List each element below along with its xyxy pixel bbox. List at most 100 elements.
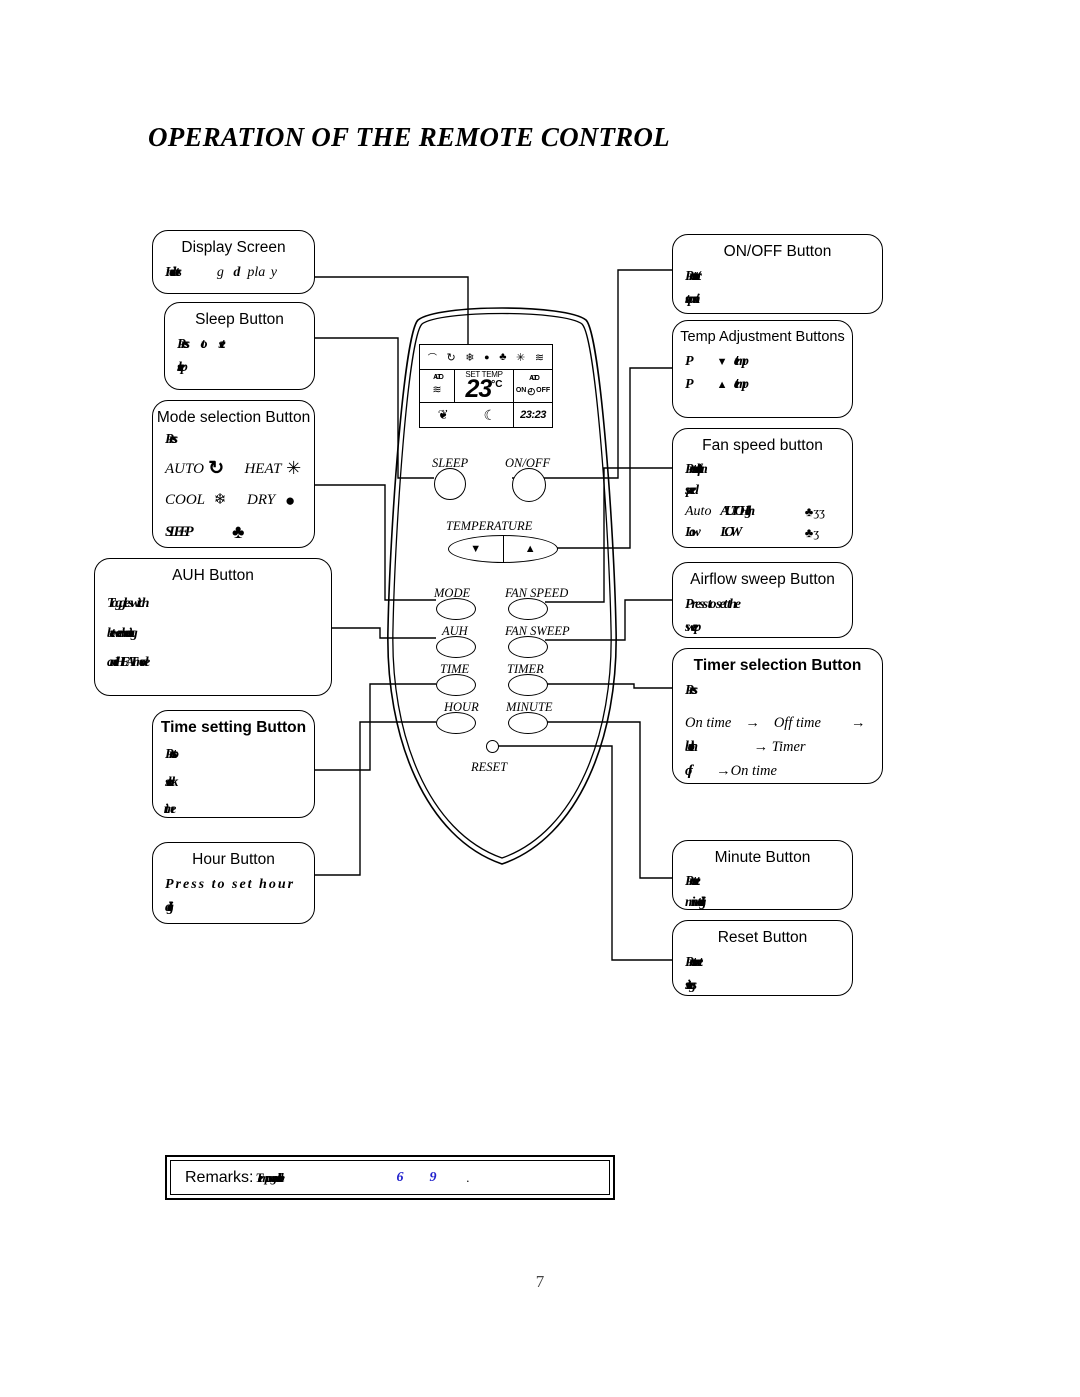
- callout-header: ON/OFF Button: [723, 243, 832, 260]
- mode-row-1: AUTO ↻ HEAT ✳: [165, 453, 302, 484]
- body-text-2: set clock: [165, 774, 178, 790]
- fan-row-1: Auto AUTO High ♣ʒʒ: [685, 501, 840, 522]
- body-text-1: Press to set hour: [165, 877, 296, 893]
- body-text-1: Press to: [165, 747, 179, 763]
- body-text-2: to: [201, 337, 207, 353]
- body-text-1: Press to reset: [685, 955, 703, 971]
- fan-label-high: AUTO High: [720, 504, 755, 520]
- callout-header: Fan speed button: [702, 437, 823, 454]
- body-text-1: Toggle switch: [107, 596, 149, 612]
- callout-auh-button: AUH Button Toggle switch between heating…: [94, 558, 332, 696]
- fan-icon-high: ♣ʒʒ: [804, 504, 825, 520]
- body-text-5: y: [270, 265, 277, 281]
- callout-header: Hour Button: [192, 851, 275, 868]
- clock-icon: ◴: [527, 385, 536, 396]
- body-text-2: sweep: [685, 620, 701, 636]
- temp-up-button[interactable]: ▲: [504, 543, 558, 555]
- minute-button[interactable]: [508, 712, 548, 734]
- sweep-icon: ≋: [534, 351, 545, 364]
- timer-cycle-row-2: both → Timer: [685, 736, 870, 760]
- callout-header: AUH Button: [172, 567, 254, 584]
- body-text-3: time: [165, 801, 176, 817]
- mode-row-2: COOL ❄ DRY ●: [165, 487, 302, 515]
- lcd-clock-time: 23:23: [513, 403, 552, 427]
- temperature-rocker[interactable]: ▼ ▲: [448, 535, 558, 563]
- hour-button[interactable]: [436, 712, 476, 734]
- body-text-1: Press: [685, 683, 698, 699]
- callout-body: Press AUTO ↻ HEAT ✳ COOL ❄ DRY ● SLEEP ♣: [153, 427, 314, 548]
- body-text-3: d: [233, 265, 239, 281]
- body-text-4: pla: [247, 265, 266, 281]
- body-text-2: speed: [685, 483, 699, 499]
- timer-mode-glyph: AUTO: [529, 375, 540, 382]
- fan-speed-button[interactable]: [508, 598, 548, 620]
- mode-row-3: SLEEP ♣: [165, 517, 302, 548]
- moon-icon: ☾: [483, 406, 497, 423]
- fan-label-low-left: Low: [685, 525, 701, 541]
- callout-body: Toggle switch between heating and HEAT m…: [95, 585, 331, 677]
- callout-body: Press to set sleep: [165, 329, 314, 379]
- callout-body: Press to set minute digits: [673, 867, 852, 913]
- callout-sleep-button: Sleep Button Press to set sleep: [164, 302, 315, 390]
- timer-off-label: OFF: [536, 387, 551, 394]
- body-line-1: P ▼ 'temp: [685, 354, 749, 370]
- sweep-glyph: ≋: [432, 384, 442, 397]
- lcd-bottom-row: ❦ ☾ 23:23: [420, 402, 552, 427]
- lcd-display: ⌒ ↻ ❄ ● ♣ ✳ ≋ AUTO ≋ SET TEMP 23°C AUTO: [419, 344, 553, 428]
- remarks-number-1: 6: [396, 1169, 404, 1185]
- on-off-button[interactable]: [512, 468, 546, 502]
- body-line-2: sleep: [177, 356, 302, 379]
- lcd-middle-row: AUTO ≋ SET TEMP 23°C AUTO ON ◴ OFF: [420, 370, 552, 402]
- body-text-2: stop unit: [685, 292, 699, 308]
- sleep-button[interactable]: [434, 468, 466, 500]
- remarks-box: Remarks: Temp range available 6 9 .: [165, 1155, 615, 1200]
- body-text-1: Press to set the: [685, 597, 741, 613]
- lcd-mode-icon-row: ⌒ ↻ ❄ ● ♣ ✳ ≋: [420, 345, 552, 370]
- callout-header: Temp Adjustment Buttons: [680, 329, 845, 345]
- remarks-period: .: [466, 1169, 470, 1185]
- callout-body: Press to set hour digits: [153, 869, 314, 919]
- manual-page: OPERATION OF THE REMOTE CONTROL ⌒ ↻ ❄ ● …: [0, 0, 1080, 1397]
- arrow-icon: →: [716, 763, 731, 780]
- snowflake-icon: ❄: [213, 492, 227, 509]
- reset-button[interactable]: [486, 740, 499, 753]
- body-text-2: digits: [165, 900, 174, 916]
- body-text-1: Press to start/: [685, 269, 701, 285]
- remarks-text: Temp range available: [255, 1169, 285, 1185]
- sun-icon: ✳: [286, 458, 302, 479]
- temp-down-button[interactable]: ▼: [449, 543, 503, 555]
- timer-button[interactable]: [508, 674, 548, 696]
- callout-fan-speed: Fan speed button Press to select fan spe…: [672, 428, 853, 548]
- set-temp-value: 23: [465, 375, 492, 403]
- callout-header: Reset Button: [717, 929, 808, 946]
- arrow-icon: →: [850, 715, 866, 732]
- callout-header: Mode selection Button: [156, 409, 311, 426]
- mode-label-sleep: SLEEP: [165, 524, 194, 541]
- snowflake-icon: ❄: [465, 351, 475, 364]
- down-arrow-icon: ▼: [716, 356, 728, 369]
- time-button[interactable]: [436, 674, 476, 696]
- callout-body: Press to start/ stop unit: [673, 261, 882, 311]
- callout-hour-button: Hour Button Press to set hour digits: [152, 842, 315, 924]
- sun-icon: ✳: [516, 351, 526, 364]
- auh-button[interactable]: [436, 636, 476, 658]
- body-line-2: P ▲ 'temp: [685, 377, 749, 393]
- timer-off-time: Off time: [773, 715, 821, 732]
- body-text-2: g: [216, 265, 224, 281]
- callout-on-off-button: ON/OFF Button Press to start/ stop unit: [672, 234, 883, 314]
- timer-cycle-row-3: off → On time: [685, 760, 870, 784]
- lcd-timer-area: AUTO ON ◴ OFF: [513, 370, 552, 402]
- fan-icon: ♣: [499, 351, 507, 363]
- degree-unit: °C: [491, 379, 503, 390]
- timer-on-time: On time: [685, 715, 732, 732]
- callout-header: Sleep Button: [195, 311, 284, 328]
- mode-button[interactable]: [436, 598, 476, 620]
- fan-label-low: LOW: [720, 525, 742, 541]
- lcd-temperature-area: SET TEMP 23°C: [455, 370, 513, 402]
- body-text-1: Indicates: [165, 265, 182, 281]
- timer-on-label: ON: [515, 387, 527, 394]
- mode-label-heat: HEAT: [244, 460, 282, 477]
- fan-sweep-button[interactable]: [508, 636, 548, 658]
- fan-speed-glyph: AUTO: [433, 374, 444, 382]
- callout-display-screen: Display Screen Indicates g d pla y: [152, 230, 315, 294]
